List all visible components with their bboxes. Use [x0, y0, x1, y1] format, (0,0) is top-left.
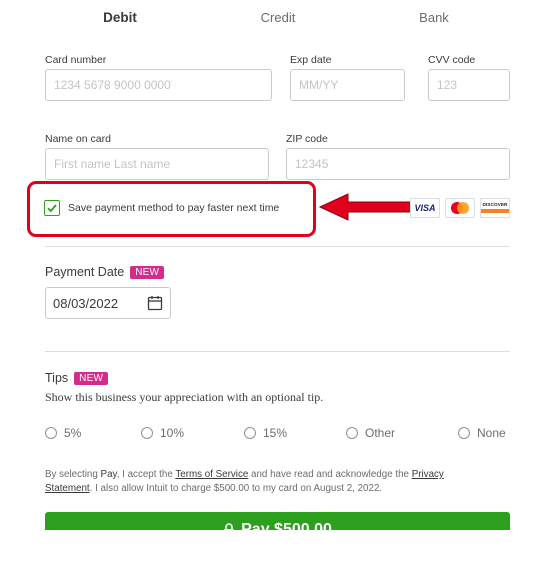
payment-date-label: Payment Date: [45, 265, 125, 279]
radio-icon[interactable]: [458, 427, 470, 439]
tip-option-10[interactable]: 10%: [141, 426, 184, 440]
name-on-card-input[interactable]: First name Last name: [45, 148, 269, 180]
mastercard-logo: [445, 198, 475, 218]
cvv-input[interactable]: 123: [428, 69, 510, 101]
privacy-statement-link[interactable]: Privacy: [412, 469, 444, 480]
discover-logo: DISCOVER: [480, 198, 510, 218]
tip-option-label: Other: [365, 426, 396, 440]
zip-code-label: ZIP code: [286, 133, 328, 145]
tip-option-none[interactable]: None: [458, 426, 506, 440]
exp-date-label: Exp date: [290, 54, 332, 66]
tab-debit[interactable]: Debit: [92, 10, 148, 25]
card-number-input[interactable]: 1234 5678 9000 0000: [45, 69, 272, 101]
tip-option-label: 5%: [64, 426, 82, 440]
zip-code-input[interactable]: 12345: [286, 148, 510, 180]
terms-of-service-link[interactable]: Terms of Service: [175, 469, 248, 480]
new-badge: NEW: [74, 371, 109, 385]
tip-option-15[interactable]: 15%: [244, 426, 287, 440]
lock-icon: [224, 523, 235, 530]
tip-option-label: 15%: [263, 426, 288, 440]
tips-description: Show this business your appreciation wit…: [45, 390, 324, 404]
divider: [45, 246, 510, 247]
radio-icon[interactable]: [141, 427, 153, 439]
exp-date-input[interactable]: MM/YY: [290, 69, 405, 101]
privacy-statement-link[interactable]: Statement: [45, 483, 90, 494]
calendar-icon[interactable]: [147, 295, 163, 311]
name-on-card-label: Name on card: [45, 133, 111, 145]
divider: [45, 351, 510, 352]
visa-logo: VISA: [410, 198, 440, 218]
tip-option-5[interactable]: 5%: [45, 426, 81, 440]
pay-button-label: Pay $500.00: [241, 521, 332, 530]
radio-icon[interactable]: [346, 427, 358, 439]
radio-icon[interactable]: [45, 427, 57, 439]
annotation-highlight-box: [27, 181, 316, 237]
payment-date-value: 08/03/2022: [53, 295, 119, 311]
tip-option-label: None: [477, 426, 506, 440]
pay-button[interactable]: Pay $500.00: [45, 512, 510, 530]
payment-date-header: Payment Date NEW: [45, 265, 165, 279]
tip-option-other[interactable]: Other: [346, 426, 395, 440]
card-number-label: Card number: [45, 54, 107, 66]
tip-option-label: 10%: [160, 426, 185, 440]
tips-label: Tips: [45, 371, 69, 385]
new-badge: NEW: [130, 265, 165, 279]
cvv-label: CVV code: [428, 54, 476, 66]
pay-button-clip: Pay $500.00: [45, 508, 510, 530]
tab-credit[interactable]: Credit: [250, 10, 306, 25]
legal-disclaimer: By selecting Pay, I accept the Terms of …: [45, 469, 444, 494]
payment-date-input[interactable]: 08/03/2022: [45, 287, 171, 319]
tips-header: Tips NEW: [45, 371, 109, 385]
radio-icon[interactable]: [244, 427, 256, 439]
tab-bank[interactable]: Bank: [406, 10, 462, 25]
